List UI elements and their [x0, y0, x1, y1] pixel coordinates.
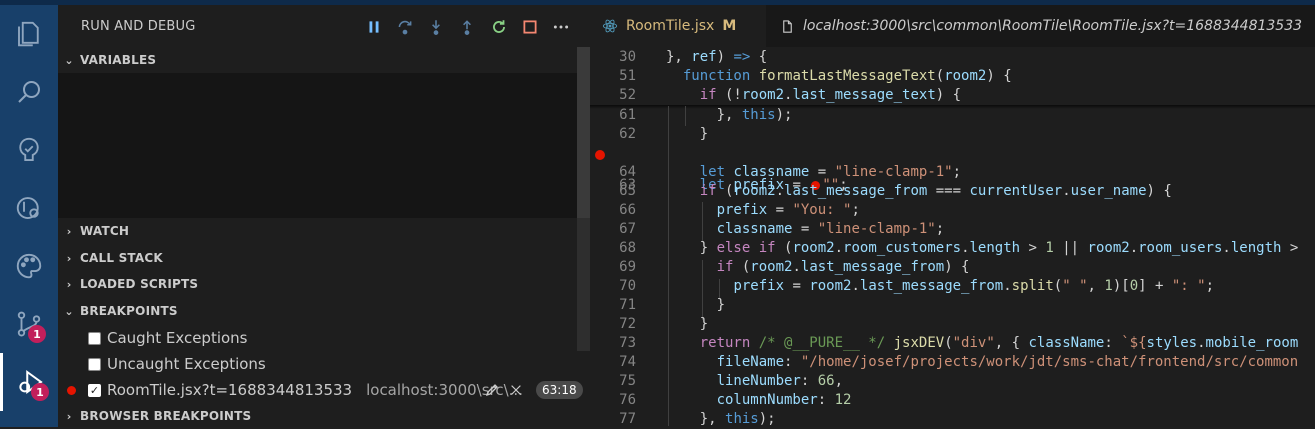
- code-line: 73 return /* @__PURE__ */ jsxDEV("div", …: [619, 335, 1299, 351]
- pause-icon: [369, 21, 379, 33]
- breakpoint-line-badge: 63:18: [536, 381, 583, 399]
- code-line: 77 }, this);: [619, 411, 776, 427]
- loaded-scripts-section-header[interactable]: › LOADED SCRIPTS: [58, 271, 590, 297]
- loaded-scripts-label: LOADED SCRIPTS: [80, 277, 199, 291]
- breakpoint-dot-icon: [67, 385, 76, 395]
- testing-button[interactable]: [0, 121, 58, 179]
- browser-breakpoints-label: BROWSER BREAKPOINTS: [80, 409, 252, 423]
- search-button[interactable]: [0, 63, 58, 121]
- variables-panel: [58, 73, 590, 218]
- source-control-button[interactable]: 1: [0, 295, 58, 353]
- tab-label: localhost:3000\src\common\RoomTile\RoomT…: [803, 18, 1303, 34]
- code-line: 67 classname = "line-clamp-1";: [619, 221, 945, 237]
- chevron-right-icon: ›: [66, 277, 72, 291]
- explorer-button[interactable]: [0, 5, 58, 63]
- run-and-debug-sidebar: RUN AND DEBUG ⌄ VARIABLES › WATCH › CALL…: [58, 5, 590, 427]
- code-line: 70 prefix = room2.last_message_from.spli…: [619, 278, 1214, 294]
- code-line: 61 }, this);: [619, 107, 793, 123]
- code-line: 64 let classname = "line-clamp-1";: [619, 164, 962, 180]
- call-stack-label: CALL STACK: [80, 251, 163, 265]
- breakpoints-section-header[interactable]: ⌄ BREAKPOINTS: [58, 298, 590, 324]
- code-line: 74 fileName: "/home/josef/projects/work/…: [619, 354, 1299, 370]
- run-debug-badge: 1: [31, 383, 49, 401]
- restart-button[interactable]: [489, 17, 509, 37]
- react-icon: [602, 19, 618, 33]
- remote-explorer-button[interactable]: [0, 179, 58, 237]
- watch-section-header[interactable]: › WATCH: [58, 218, 590, 244]
- tab-localhost-roomtile[interactable]: localhost:3000\src\common\RoomTile\RoomT…: [766, 5, 1315, 47]
- code-line: 69 if (room2.last_message_from) {: [619, 259, 970, 275]
- code-line: 51 function formatLastMessageText(room2)…: [619, 68, 1012, 84]
- editor-tabs: RoomTile.jsx M localhost:3000\src\common…: [590, 5, 1315, 47]
- stop-icon: [523, 20, 537, 34]
- code-line: 75 lineNumber: 66,: [619, 373, 844, 389]
- step-into-button[interactable]: [426, 17, 446, 37]
- sidebar-header: RUN AND DEBUG: [58, 5, 590, 47]
- step-out-icon: [463, 20, 471, 35]
- call-stack-section-header[interactable]: › CALL STACK: [58, 245, 590, 271]
- breakpoint-glyph-icon[interactable]: [595, 150, 605, 160]
- uncaught-exceptions-row[interactable]: Uncaught Exceptions: [58, 351, 590, 377]
- code-editor[interactable]: 30}, ref) => { 51 function formatLastMes…: [590, 47, 1315, 427]
- remote-explorer-icon: [16, 197, 39, 219]
- file-breakpoint-checkbox[interactable]: ✓: [88, 383, 101, 397]
- variables-scrollbar[interactable]: [577, 47, 590, 218]
- caught-exceptions-label: Caught Exceptions: [107, 329, 248, 347]
- step-over-icon: [398, 20, 412, 35]
- uncaught-exceptions-label: Uncaught Exceptions: [107, 355, 266, 373]
- chevron-down-icon: ⌄: [64, 304, 74, 318]
- edit-breakpoint-button[interactable]: [483, 381, 501, 399]
- tab-roomtile-jsx[interactable]: RoomTile.jsx M: [590, 5, 766, 47]
- code-line: 63 let prefix = "";: [590, 145, 1315, 193]
- testing-icon: [19, 137, 39, 161]
- palette-button[interactable]: [0, 237, 58, 295]
- watch-label: WATCH: [80, 224, 130, 238]
- pencil-icon: [485, 384, 498, 397]
- chevron-down-icon: ⌄: [64, 53, 74, 67]
- palette-icon: [16, 253, 42, 279]
- remove-breakpoint-button[interactable]: [507, 381, 525, 399]
- variables-label: VARIABLES: [80, 53, 157, 67]
- step-into-icon: [432, 20, 440, 35]
- more-actions-button[interactable]: [551, 17, 571, 37]
- chevron-right-icon: ›: [66, 224, 72, 238]
- restart-icon: [493, 20, 505, 33]
- source-control-badge: 1: [28, 325, 46, 343]
- file-icon: [783, 19, 792, 33]
- code-line: 71 }: [619, 297, 726, 313]
- modified-indicator: M: [722, 18, 737, 34]
- uncaught-exceptions-checkbox[interactable]: [88, 357, 101, 371]
- code-line: 65 if (room2.last_message_from === curre…: [619, 183, 1172, 199]
- files-icon: [18, 21, 39, 47]
- file-breakpoint-label: RoomTile.jsx?t=1688344813533: [107, 381, 353, 399]
- file-breakpoint-row[interactable]: ✓ RoomTile.jsx?t=1688344813533 localhost…: [58, 377, 590, 403]
- code-line: 52 if (!room2.last_message_text) {: [619, 87, 962, 103]
- editor: RoomTile.jsx M localhost:3000\src\common…: [590, 5, 1315, 427]
- more-icon: [553, 25, 569, 29]
- chevron-right-icon: ›: [66, 251, 72, 265]
- caught-exceptions-row[interactable]: Caught Exceptions: [58, 325, 590, 351]
- sidebar-title: RUN AND DEBUG: [81, 19, 196, 34]
- stop-button[interactable]: [520, 17, 540, 37]
- search-icon: [18, 81, 40, 103]
- run-debug-button[interactable]: 1: [0, 353, 58, 411]
- code-line: 68 } else if (room2.room_customers.lengt…: [619, 240, 1299, 256]
- pause-button[interactable]: [364, 17, 384, 37]
- code-line: 30}, ref) => {: [619, 49, 768, 65]
- code-line: 72 }: [619, 316, 709, 332]
- tab-label: RoomTile.jsx: [626, 18, 715, 34]
- breakpoints-label: BREAKPOINTS: [80, 304, 178, 318]
- step-out-button[interactable]: [457, 17, 477, 37]
- code-line: 66 prefix = "You: ";: [619, 202, 860, 218]
- activity-bar: 1 1: [0, 5, 58, 427]
- close-icon: [511, 385, 521, 395]
- code-line: 76 columnNumber: 12: [619, 392, 852, 408]
- caught-exceptions-checkbox[interactable]: [88, 331, 101, 345]
- code-line: 62 }: [619, 126, 709, 142]
- step-over-button[interactable]: [395, 17, 415, 37]
- variables-section-header[interactable]: ⌄ VARIABLES: [58, 47, 590, 73]
- browser-breakpoints-section-header[interactable]: › BROWSER BREAKPOINTS: [58, 403, 590, 429]
- chevron-right-icon: ›: [66, 409, 72, 423]
